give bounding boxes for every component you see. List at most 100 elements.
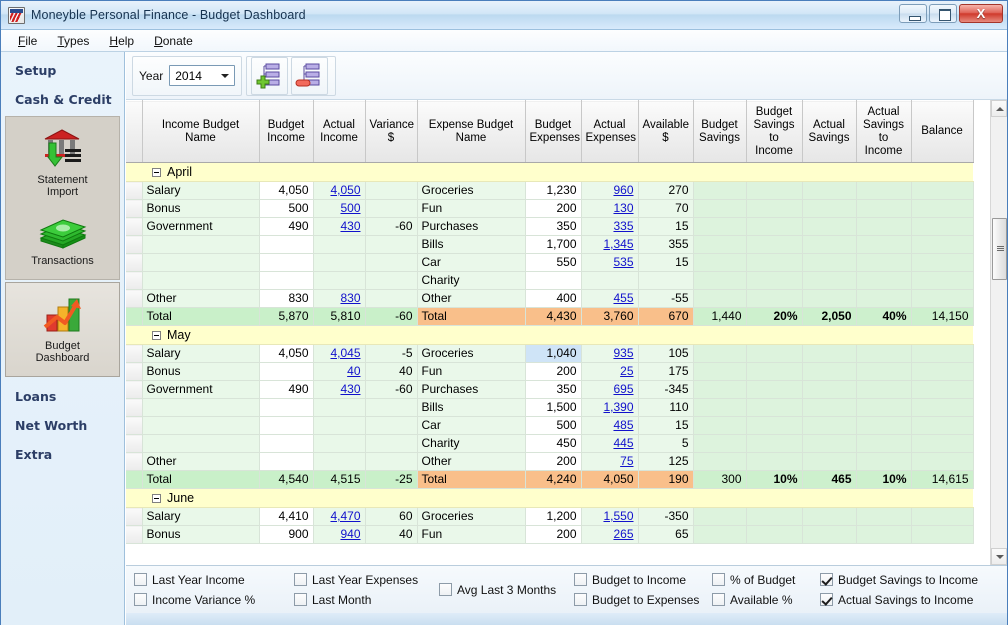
cell-balance[interactable] <box>911 200 973 218</box>
cell-budget-income[interactable]: 4,050 <box>259 182 313 200</box>
table-row[interactable]: Bonus4040Fun20025175 <box>126 363 973 381</box>
option-available-pct[interactable]: Available % <box>712 591 820 608</box>
cell-balance[interactable] <box>911 182 973 200</box>
value-link[interactable]: 1,345 <box>603 237 633 251</box>
sidebar-section-net-worth[interactable]: Net Worth <box>1 411 124 440</box>
cell-actual-savings[interactable] <box>802 254 856 272</box>
group-header-cell[interactable]: May <box>142 326 973 345</box>
cell-actual-income[interactable] <box>313 254 365 272</box>
cell-balance[interactable] <box>911 345 973 363</box>
table-row[interactable]: Bills1,5001,390110 <box>126 399 973 417</box>
cell-variance[interactable]: 60 <box>365 508 417 526</box>
table-row[interactable]: Charity4504455 <box>126 435 973 453</box>
cell-actual-income[interactable]: 4,470 <box>313 508 365 526</box>
group-header-cell[interactable]: April <box>142 163 973 182</box>
cell-available[interactable]: 355 <box>638 236 693 254</box>
option-budget-savings-to-income[interactable]: Budget Savings to Income <box>820 571 978 588</box>
cell-budget-income[interactable]: 500 <box>259 200 313 218</box>
cell-available[interactable]: 175 <box>638 363 693 381</box>
cell-budget-savings-to-income[interactable] <box>746 508 802 526</box>
cell-income-name[interactable]: Bonus <box>142 526 259 544</box>
cell-budget-expenses[interactable]: 400 <box>525 290 581 308</box>
cell-actual-savings-to-income[interactable] <box>856 417 911 435</box>
cell-expense-name[interactable]: Bills <box>417 236 525 254</box>
checkbox-avg-last-3-months[interactable] <box>439 583 452 596</box>
table-row[interactable]: Other830830Other400455-55 <box>126 290 973 308</box>
cell-budget-savings-to-income[interactable] <box>746 272 802 290</box>
cell-actual-income[interactable]: 40 <box>313 363 365 381</box>
cell-actual-savings[interactable] <box>802 290 856 308</box>
table-row[interactable]: Car50048515 <box>126 417 973 435</box>
cell-variance[interactable] <box>365 236 417 254</box>
cell-budget-income[interactable] <box>259 417 313 435</box>
sidebar-item-budget-dashboard[interactable]: Budget Dashboard <box>6 289 119 370</box>
sidebar-section-setup[interactable]: Setup <box>1 56 124 85</box>
collapse-toggle-icon[interactable] <box>152 494 161 503</box>
cell-budget-expenses[interactable]: 350 <box>525 218 581 236</box>
cell-budget-savings-to-income[interactable] <box>746 218 802 236</box>
option-pct-of-budget[interactable]: % of Budget <box>712 571 820 588</box>
maximize-button[interactable] <box>929 4 957 23</box>
cell-actual-expenses[interactable]: 130 <box>581 200 638 218</box>
cell-budget-savings-to-income[interactable] <box>746 363 802 381</box>
cell-variance[interactable] <box>365 435 417 453</box>
cell-budget-income[interactable]: 4,050 <box>259 345 313 363</box>
cell-actual-income[interactable]: 940 <box>313 526 365 544</box>
cell-expense-name[interactable]: Groceries <box>417 182 525 200</box>
cell-variance[interactable] <box>365 399 417 417</box>
sidebar-section-extra[interactable]: Extra <box>1 440 124 469</box>
budget-grid[interactable]: Income Budget Name Budget Income Actual … <box>126 100 990 565</box>
cell-actual-savings[interactable] <box>802 435 856 453</box>
cell-actual-savings-to-income[interactable] <box>856 182 911 200</box>
cell-income-name[interactable] <box>142 254 259 272</box>
option-avg-last-3-months[interactable]: Avg Last 3 Months <box>439 581 574 598</box>
col-actual-savings[interactable]: Actual Savings <box>802 101 856 163</box>
cell-expense-name[interactable]: Groceries <box>417 345 525 363</box>
value-link[interactable]: 1,390 <box>603 400 633 414</box>
value-link[interactable]: 4,470 <box>330 509 360 523</box>
cell-budget-savings-to-income[interactable] <box>746 345 802 363</box>
cell-income-name[interactable]: Government <box>142 381 259 399</box>
add-budget-row-button[interactable] <box>251 57 288 95</box>
cell-actual-savings[interactable] <box>802 345 856 363</box>
cell-actual-savings-to-income[interactable] <box>856 290 911 308</box>
cell-expense-name[interactable]: Purchases <box>417 218 525 236</box>
value-link[interactable]: 25 <box>620 364 633 378</box>
cell-variance[interactable]: -5 <box>365 345 417 363</box>
col-actual-income[interactable]: Actual Income <box>313 101 365 163</box>
cell-actual-income[interactable]: 830 <box>313 290 365 308</box>
cell-expense-name[interactable]: Car <box>417 417 525 435</box>
cell-income-name[interactable]: Other <box>142 453 259 471</box>
option-budget-to-expenses[interactable]: Budget to Expenses <box>574 591 712 608</box>
cell-variance[interactable] <box>365 417 417 435</box>
cell-balance[interactable] <box>911 526 973 544</box>
cell-actual-income[interactable]: 430 <box>313 218 365 236</box>
cell-actual-savings[interactable] <box>802 526 856 544</box>
cell-income-name[interactable] <box>142 417 259 435</box>
cell-budget-income[interactable]: 900 <box>259 526 313 544</box>
cell-available[interactable]: 15 <box>638 254 693 272</box>
cell-budget-income[interactable] <box>259 453 313 471</box>
cell-actual-expenses[interactable]: 265 <box>581 526 638 544</box>
scrollbar-thumb[interactable] <box>992 218 1007 280</box>
cell-available[interactable]: 65 <box>638 526 693 544</box>
cell-income-name[interactable]: Salary <box>142 508 259 526</box>
collapse-toggle-icon[interactable] <box>152 168 161 177</box>
cell-budget-savings[interactable] <box>693 236 746 254</box>
value-link[interactable]: 335 <box>613 219 633 233</box>
cell-budget-savings-to-income[interactable] <box>746 399 802 417</box>
cell-actual-income[interactable] <box>313 435 365 453</box>
collapse-toggle-icon[interactable] <box>152 331 161 340</box>
cell-actual-savings-to-income[interactable] <box>856 218 911 236</box>
col-expense-budget-name[interactable]: Expense Budget Name <box>417 101 525 163</box>
sidebar-section-cash-credit[interactable]: Cash & Credit <box>1 85 124 114</box>
value-link[interactable]: 960 <box>613 183 633 197</box>
value-link[interactable]: 40 <box>347 364 360 378</box>
checkbox-pct-of-budget[interactable] <box>712 573 725 586</box>
cell-budget-savings-to-income[interactable] <box>746 182 802 200</box>
cell-budget-expenses[interactable]: 500 <box>525 417 581 435</box>
checkbox-last-year-income[interactable] <box>134 573 147 586</box>
cell-budget-expenses[interactable]: 450 <box>525 435 581 453</box>
cell-variance[interactable]: 40 <box>365 526 417 544</box>
cell-expense-name[interactable]: Car <box>417 254 525 272</box>
